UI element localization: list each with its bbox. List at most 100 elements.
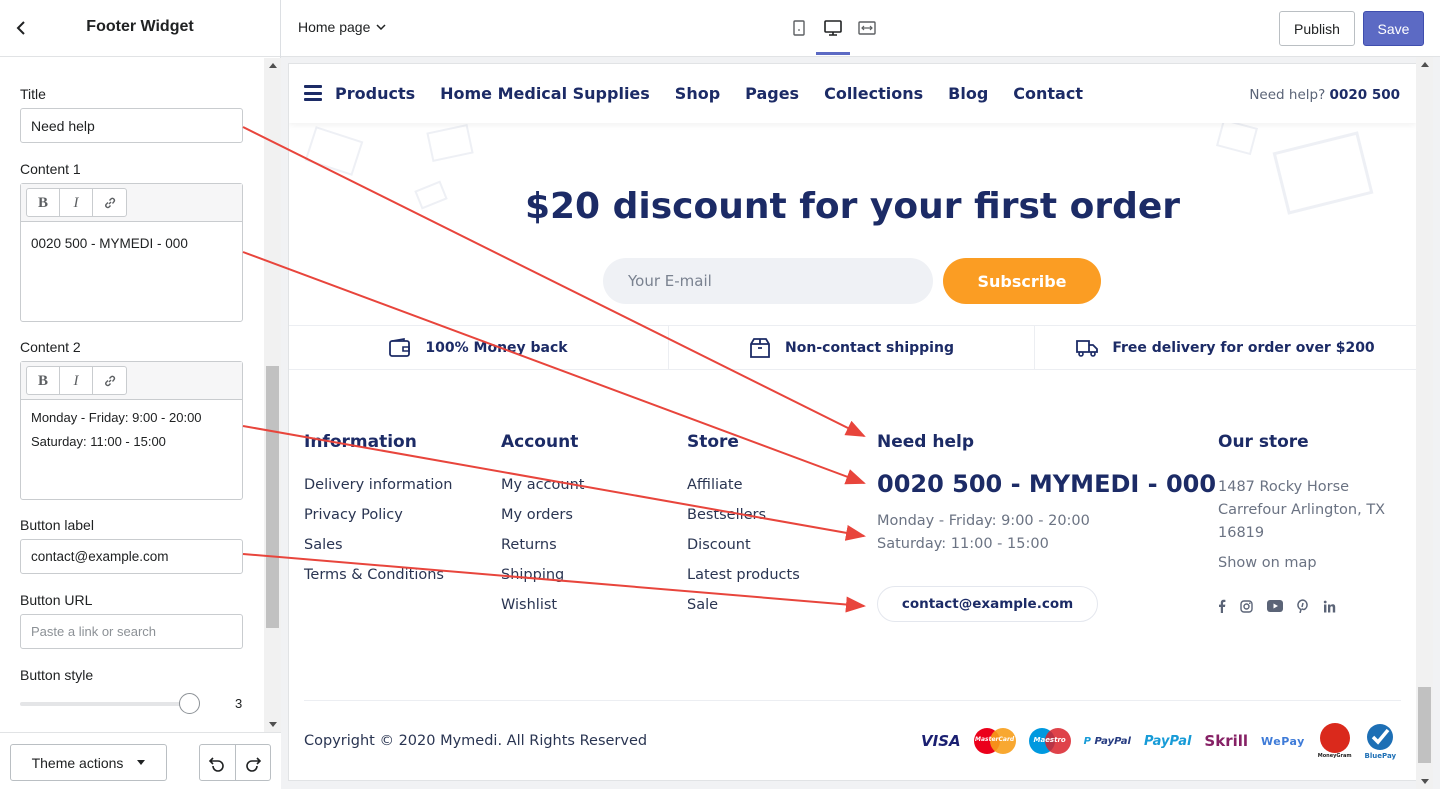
bluepay-logo: BluePay	[1365, 722, 1396, 760]
social-links	[1218, 599, 1398, 613]
footer-divider	[304, 700, 1401, 701]
envelope-decoration	[426, 123, 474, 163]
scroll-down-arrow[interactable]	[1421, 779, 1429, 784]
expand-icon	[858, 21, 876, 35]
nav-help: Need help? 0020 500	[1249, 87, 1400, 103]
footer-col-account: Account My account My orders Returns Shi…	[501, 432, 584, 626]
subscribe-button[interactable]: Subscribe	[943, 258, 1101, 304]
moneygram-logo: MoneyGram	[1318, 723, 1352, 759]
show-on-map-link[interactable]: Show on map	[1218, 555, 1398, 571]
preview-scrollbar[interactable]	[1416, 57, 1433, 789]
feature-label: Non-contact shipping	[785, 339, 954, 356]
mastercard-logo: MasterCard	[973, 728, 1016, 754]
maestro-logo: Maestro	[1028, 728, 1071, 754]
italic-button[interactable]: I	[60, 367, 93, 395]
button-style-slider-thumb[interactable]	[179, 693, 200, 714]
publish-button[interactable]: Publish	[1279, 11, 1355, 46]
footer-link[interactable]: Bestsellers	[687, 506, 800, 525]
newsletter-email-input[interactable]: Your E-mail	[603, 258, 933, 304]
fullwidth-view-button[interactable]	[856, 14, 878, 42]
editor-topbar: Home page Publish Save	[281, 0, 1440, 57]
settings-sidebar: Footer Widget Title Need help Content 1 …	[0, 0, 281, 789]
button-label-input[interactable]: contact@example.com	[20, 539, 243, 574]
content2-line: Saturday: 11:00 - 15:00	[31, 434, 166, 449]
nav-item-collections[interactable]: Collections	[824, 84, 923, 103]
paypal-logo: P PayPal	[1083, 735, 1131, 747]
nav-help-phone[interactable]: 0020 500	[1330, 87, 1400, 103]
youtube-icon[interactable]	[1267, 600, 1283, 612]
title-input[interactable]: Need help	[20, 108, 243, 143]
mobile-view-button[interactable]	[788, 14, 810, 42]
button-url-label: Button URL	[20, 592, 93, 608]
footer-link[interactable]: My account	[501, 476, 584, 495]
scroll-up-arrow[interactable]	[1421, 62, 1429, 67]
link-button[interactable]	[93, 189, 126, 217]
sidebar-footer: Theme actions	[0, 732, 281, 789]
footer-link[interactable]: Wishlist	[501, 596, 584, 615]
footer-link[interactable]: Privacy Policy	[304, 506, 452, 525]
payment-methods: VISA MasterCard Maestro P PayPal PayPal …	[921, 722, 1396, 760]
facebook-icon[interactable]	[1218, 599, 1226, 613]
sidebar-scrollbar[interactable]	[264, 58, 281, 732]
footer-link[interactable]: My orders	[501, 506, 584, 525]
bluepay-text: BluePay	[1364, 752, 1397, 760]
mobile-icon	[793, 20, 805, 36]
menu-icon[interactable]	[304, 85, 322, 101]
undo-button[interactable]	[200, 745, 236, 780]
nav-item-home-medical-supplies[interactable]: Home Medical Supplies	[440, 84, 650, 103]
paypal-text: PayPal	[1094, 735, 1131, 747]
footer-link[interactable]: Sales	[304, 536, 452, 555]
wallet-icon	[389, 337, 411, 357]
italic-button[interactable]: I	[60, 189, 93, 217]
bold-button[interactable]: B	[27, 189, 60, 217]
instagram-icon[interactable]	[1240, 599, 1253, 613]
sidebar-settings-list: Title Need help Content 1 B I 0020 500 -…	[0, 58, 264, 732]
nav-item-shop[interactable]: Shop	[675, 84, 720, 103]
promo-title: $20 discount for your first order	[524, 186, 1181, 227]
footer-link[interactable]: Sale	[687, 596, 800, 615]
features-bar: 100% Money back Non-contact shipping Fre…	[289, 325, 1416, 370]
content2-label: Content 2	[20, 339, 81, 355]
bold-button[interactable]: B	[27, 367, 60, 395]
footer-col-need-help: Need help 0020 500 - MYMEDI - 000 Monday…	[877, 432, 1216, 622]
scroll-down-arrow[interactable]	[269, 722, 277, 727]
content1-editor: B I 0020 500 - MYMEDI - 000	[20, 183, 243, 322]
redo-button[interactable]	[236, 745, 271, 780]
footer-link[interactable]: Latest products	[687, 566, 800, 585]
button-style-slider-track[interactable]	[20, 702, 190, 706]
footer-heading: Need help	[877, 432, 975, 452]
content1-text[interactable]: 0020 500 - MYMEDI - 000	[21, 222, 242, 266]
link-icon	[104, 375, 115, 387]
content2-text[interactable]: Monday - Friday: 9:00 - 20:00 Saturday: …	[21, 400, 242, 464]
footer-link[interactable]: Delivery information	[304, 476, 452, 495]
footer-link[interactable]: Discount	[687, 536, 800, 555]
undo-redo-group	[199, 744, 271, 781]
save-button[interactable]: Save	[1363, 11, 1424, 46]
nav-item-products[interactable]: Products	[335, 84, 415, 103]
linkedin-icon[interactable]	[1323, 600, 1336, 613]
footer-link[interactable]: Terms & Conditions	[304, 566, 452, 585]
footer-link[interactable]: Returns	[501, 536, 584, 555]
contact-email-button[interactable]: contact@example.com	[877, 586, 1098, 622]
desktop-view-button[interactable]	[816, 14, 850, 55]
button-url-input[interactable]: Paste a link or search	[20, 614, 243, 649]
pinterest-icon[interactable]	[1297, 599, 1309, 613]
help-phone: 0020 500 - MYMEDI - 000	[877, 470, 1217, 498]
link-button[interactable]	[93, 367, 126, 395]
title-field-label: Title	[20, 86, 46, 102]
scroll-up-arrow[interactable]	[269, 63, 277, 68]
scrollbar-thumb[interactable]	[266, 366, 279, 628]
nav-item-blog[interactable]: Blog	[948, 84, 988, 103]
button-label-label: Button label	[20, 517, 94, 533]
theme-actions-button[interactable]: Theme actions	[10, 744, 167, 781]
copyright-text: Copyright © 2020 Mymedi. All Rights Rese…	[304, 733, 648, 749]
footer-link[interactable]: Shipping	[501, 566, 584, 585]
nav-item-pages[interactable]: Pages	[745, 84, 799, 103]
content2-editor: B I Monday - Friday: 9:00 - 20:00 Saturd…	[20, 361, 243, 500]
page-selector[interactable]: Home page	[298, 19, 386, 35]
footer-link[interactable]: Affiliate	[687, 476, 800, 495]
scrollbar-thumb[interactable]	[1418, 687, 1431, 763]
nav-menu: Products Home Medical Supplies Shop Page…	[335, 84, 1083, 103]
maestro-text: Maestro	[1033, 736, 1066, 744]
nav-item-contact[interactable]: Contact	[1013, 84, 1083, 103]
